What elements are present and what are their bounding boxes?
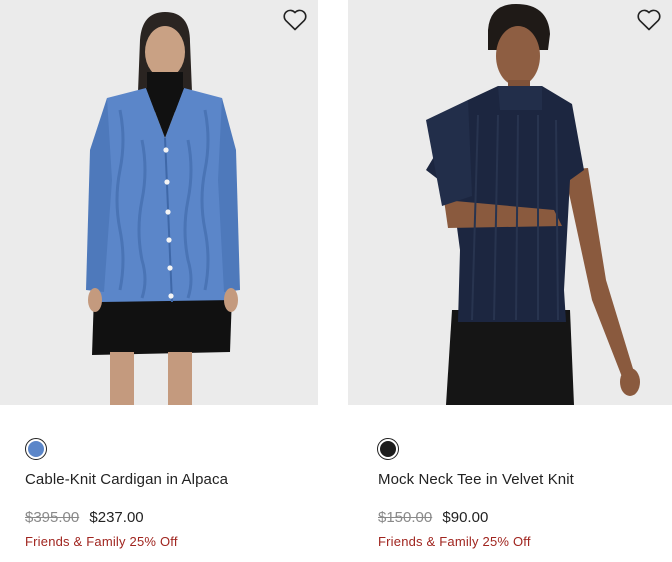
product-card[interactable]: Mock Neck Tee in Velvet Knit $150.00 $90… (348, 0, 672, 549)
price-row: $395.00 $237.00 (25, 509, 144, 526)
wishlist-heart-icon[interactable] (282, 8, 308, 32)
price-row: $150.00 $90.00 (378, 509, 488, 526)
product-photo (348, 0, 672, 405)
product-image[interactable] (0, 0, 318, 405)
product-name[interactable]: Cable-Knit Cardigan in Alpaca (25, 471, 228, 488)
product-name[interactable]: Mock Neck Tee in Velvet Knit (378, 471, 574, 488)
swatch-fill (28, 441, 44, 457)
original-price: $395.00 (25, 509, 80, 526)
product-photo (0, 0, 318, 405)
color-swatch[interactable] (25, 438, 47, 460)
promo-label: Friends & Family 25% Off (378, 534, 531, 549)
promo-label: Friends & Family 25% Off (25, 534, 178, 549)
sale-price: $237.00 (89, 509, 144, 526)
product-card[interactable]: Cable-Knit Cardigan in Alpaca $395.00 $2… (0, 0, 318, 549)
swatch-fill (380, 441, 396, 457)
product-image[interactable] (348, 0, 672, 405)
color-swatch[interactable] (377, 438, 399, 460)
original-price: $150.00 (378, 509, 433, 526)
sale-price: $90.00 (442, 509, 489, 526)
wishlist-heart-icon[interactable] (636, 8, 662, 32)
